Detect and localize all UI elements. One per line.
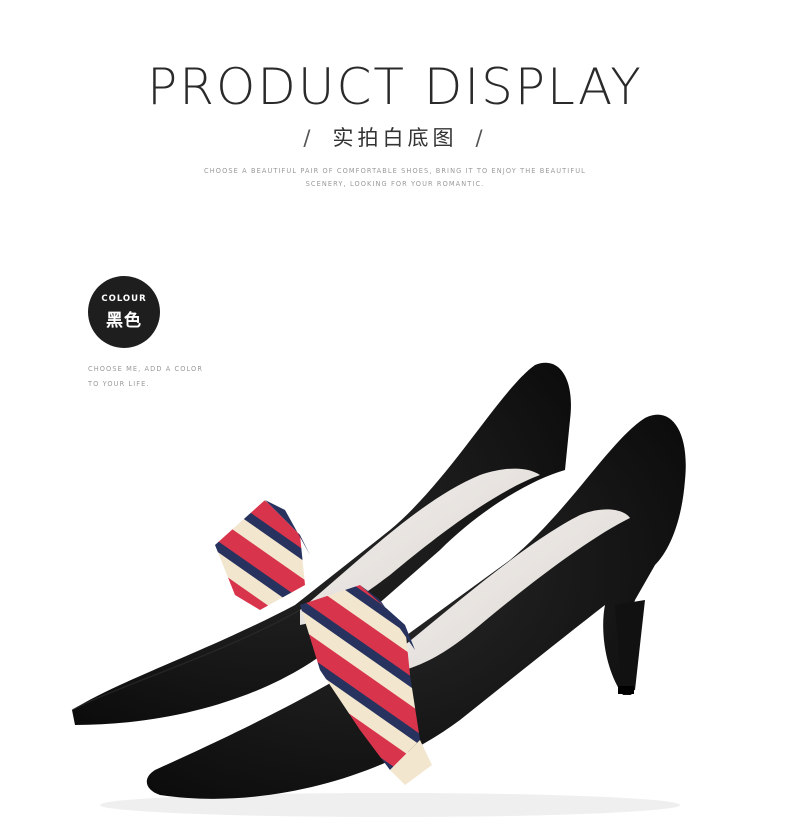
product-image bbox=[71, 362, 686, 817]
tagline-line-2: SCENERY, LOOKING FOR YOUR ROMANTIC. bbox=[305, 180, 485, 188]
subtitle-slash-right: / bbox=[475, 126, 487, 150]
tagline: CHOOSE A BEAUTIFUL PAIR OF COMFORTABLE S… bbox=[200, 165, 590, 191]
page-title: PRODUCT DISPLAY bbox=[147, 58, 643, 116]
colour-label: COLOUR bbox=[101, 293, 147, 304]
left-bow bbox=[215, 500, 310, 610]
subtitle-text: 实拍白底图 bbox=[332, 126, 458, 150]
colour-value: 黑色 bbox=[106, 310, 142, 331]
subtitle-slash-left: / bbox=[303, 126, 315, 150]
colour-badge: COLOUR 黑色 bbox=[88, 276, 160, 348]
page-subtitle: / 实拍白底图 / bbox=[0, 122, 790, 152]
tagline-line-1: CHOOSE A BEAUTIFUL PAIR OF COMFORTABLE S… bbox=[204, 167, 586, 175]
